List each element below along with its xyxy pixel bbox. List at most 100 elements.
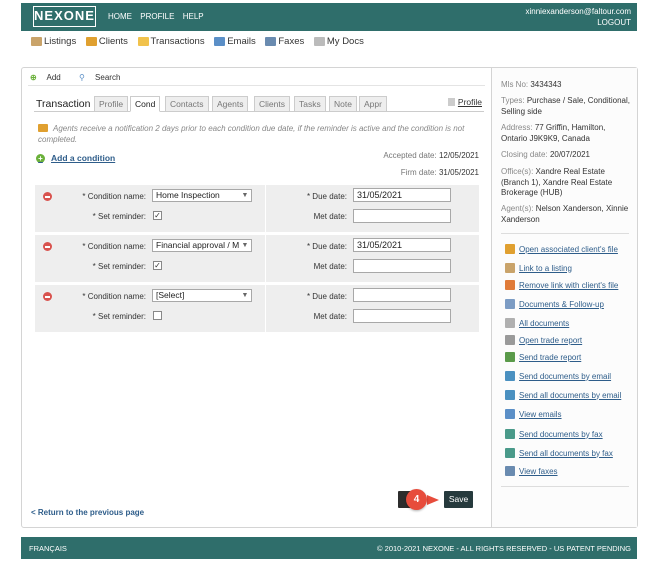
- set-reminder-checkbox[interactable]: ✓: [153, 211, 162, 220]
- nav-help[interactable]: HELP: [183, 12, 204, 21]
- transaction-sidebar: Mls No: 3434343 Types: Purchase / Sale, …: [491, 68, 637, 527]
- column-divider: [265, 235, 266, 282]
- action-all-documents[interactable]: All documents: [505, 318, 569, 328]
- email-all-icon: [505, 390, 515, 400]
- remove-link-icon: [505, 280, 515, 290]
- house-link-icon: [505, 263, 515, 273]
- action-send-docs-email[interactable]: Send documents by email: [505, 371, 611, 381]
- nav-faxes[interactable]: Faxes: [265, 36, 304, 47]
- condition-name-select[interactable]: Financial approval / M ▼: [152, 239, 252, 252]
- nav-my-docs[interactable]: My Docs: [313, 36, 364, 47]
- documents-icon: [505, 299, 515, 309]
- nexone-logo[interactable]: NEXONE: [33, 6, 96, 27]
- footer: FRANÇAIS © 2010-2021 NEXONE - ALL RIGHTS…: [21, 537, 637, 559]
- search-button[interactable]: ⚲ Search: [79, 73, 128, 82]
- user-email: xinniexanderson@faltour.com: [525, 7, 631, 16]
- transaction-dates: Accepted date: 12/05/2021 Firm date: 31/…: [383, 147, 479, 181]
- envelope-icon: [214, 37, 226, 46]
- tab-agents[interactable]: Agents: [212, 96, 249, 112]
- chevron-down-icon: ▼: [240, 190, 250, 201]
- due-date-input[interactable]: 31/05/2021: [353, 188, 451, 202]
- action-send-all-docs-fax[interactable]: Send all documents by fax: [505, 448, 613, 458]
- remove-condition-icon[interactable]: [43, 242, 52, 251]
- profile-link[interactable]: Profile: [447, 97, 482, 107]
- email-docs-icon: [505, 371, 515, 381]
- met-date-label: Met date:: [313, 262, 347, 271]
- due-date-label: * Due date:: [306, 192, 347, 201]
- closing-date: Closing date: 20/07/2021: [501, 150, 590, 159]
- copyright-text: © 2010-2021 NEXONE - ALL RIGHTS RESERVED…: [377, 544, 631, 553]
- condition-row: * Condition name: [Select] ▼ * Set remind…: [35, 285, 479, 332]
- tab-cond[interactable]: Cond: [130, 96, 161, 112]
- arrow-pointer-icon: [427, 495, 439, 505]
- fax-docs-icon: [505, 429, 515, 439]
- view-emails-icon: [505, 409, 515, 419]
- column-divider: [265, 185, 266, 232]
- remove-condition-icon[interactable]: [43, 292, 52, 301]
- met-date-input[interactable]: [353, 259, 451, 273]
- language-link[interactable]: FRANÇAIS: [29, 544, 67, 553]
- due-date-label: * Due date:: [306, 292, 347, 301]
- all-documents-icon: [505, 318, 515, 328]
- tabs-title: Transaction: [36, 98, 91, 110]
- due-date-input[interactable]: 31/05/2021: [353, 238, 451, 252]
- return-previous-link[interactable]: < Return to the previous page: [31, 508, 144, 517]
- action-link-listing[interactable]: Link to a listing: [505, 263, 572, 273]
- tab-note[interactable]: Note: [329, 96, 357, 112]
- tab-clients[interactable]: Clients: [254, 96, 290, 112]
- search-icon: ⚲: [78, 73, 85, 82]
- add-condition-link[interactable]: + Add a condition: [36, 153, 115, 163]
- met-date-input[interactable]: [353, 209, 451, 223]
- top-header: NEXONE HOME PROFILE HELP xinniexanderson…: [21, 3, 637, 31]
- save-button[interactable]: Save: [444, 491, 473, 508]
- met-date-label: Met date:: [313, 212, 347, 221]
- remove-condition-icon[interactable]: [43, 192, 52, 201]
- action-send-docs-fax[interactable]: Send documents by fax: [505, 429, 603, 439]
- tab-contacts[interactable]: Contacts: [165, 96, 209, 112]
- folder-icon: [137, 37, 149, 46]
- condition-row: * Condition name: Financial approval / M…: [35, 235, 479, 282]
- due-date-input[interactable]: [353, 288, 451, 302]
- nav-transactions[interactable]: Transactions: [137, 36, 205, 47]
- action-send-all-docs-email[interactable]: Send all documents by email: [505, 390, 621, 400]
- add-button[interactable]: ⊕ Add: [30, 73, 69, 82]
- agents: Agent(s): Nelson Xanderson, Xinnie Xande…: [501, 204, 629, 224]
- conditions-panel: ⊕ Add ⚲ Search Transaction Profile Cond …: [22, 68, 491, 527]
- fax-icon: [265, 37, 277, 46]
- logout-link[interactable]: LOGOUT: [597, 18, 631, 27]
- set-reminder-checkbox[interactable]: ✓: [153, 261, 162, 270]
- nav-profile[interactable]: PROFILE: [140, 12, 174, 21]
- condition-name-select[interactable]: Home Inspection ▼: [152, 189, 252, 202]
- set-reminder-checkbox[interactable]: [153, 311, 162, 320]
- documents-icon: [313, 37, 325, 46]
- tab-appr[interactable]: Appr: [359, 96, 387, 112]
- nav-emails[interactable]: Emails: [214, 36, 256, 47]
- met-date-input[interactable]: [353, 309, 451, 323]
- action-view-emails[interactable]: View emails: [505, 409, 562, 419]
- condition-row: * Condition name: Home Inspection ▼ * Set…: [35, 185, 479, 232]
- nav-clients[interactable]: Clients: [85, 36, 128, 47]
- divider: [28, 85, 485, 86]
- send-report-icon: [505, 352, 515, 362]
- tab-tasks[interactable]: Tasks: [294, 96, 326, 112]
- fax-all-icon: [505, 448, 515, 458]
- due-date-label: * Due date:: [306, 242, 347, 251]
- nav-home[interactable]: HOME: [108, 12, 132, 21]
- tab-profile[interactable]: Profile: [94, 96, 129, 112]
- action-open-client-file[interactable]: Open associated client's file: [505, 244, 618, 254]
- met-date-label: Met date:: [313, 312, 347, 321]
- plus-circle-icon: +: [36, 153, 45, 163]
- condition-name-select[interactable]: [Select] ▼: [152, 289, 252, 302]
- condition-name-label: * Condition name:: [82, 292, 146, 301]
- action-remove-link[interactable]: Remove link with client's file: [505, 280, 618, 290]
- firm-date: Firm date: 31/05/2021: [400, 168, 479, 177]
- action-documents-followup[interactable]: Documents & Follow-up: [505, 299, 604, 309]
- transaction-types: Types: Purchase / Sale, Conditional, Sel…: [501, 96, 630, 116]
- action-view-faxes[interactable]: View faxes: [505, 466, 558, 476]
- divider: [501, 486, 629, 487]
- nav-listings[interactable]: Listings: [31, 36, 76, 47]
- action-send-trade-report[interactable]: Send trade report: [505, 352, 581, 362]
- chevron-down-icon: ▼: [240, 290, 250, 301]
- plus-icon: ⊕: [30, 73, 37, 82]
- action-open-trade-report[interactable]: Open trade report: [505, 335, 582, 345]
